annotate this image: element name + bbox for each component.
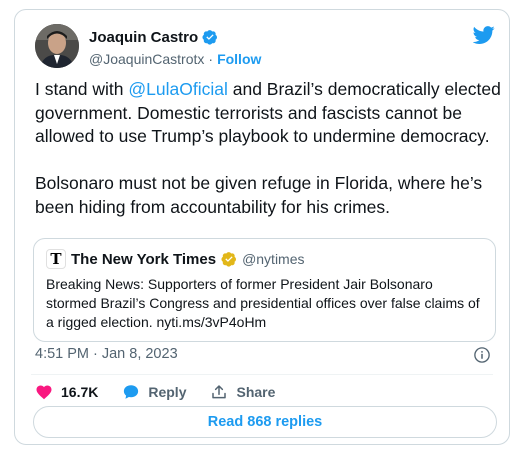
- tweet-paragraph-1: I stand with @LulaOficial and Brazil’s d…: [35, 78, 505, 149]
- divider: [31, 374, 493, 375]
- mention-link[interactable]: @LulaOficial: [128, 79, 227, 99]
- nyt-logo-letter: T: [50, 250, 62, 268]
- info-icon[interactable]: [473, 346, 491, 364]
- author-handle[interactable]: @JoaquinCastrotx: [89, 51, 204, 67]
- tweet-text: I stand with @LulaOficial and Brazil’s d…: [35, 78, 505, 219]
- timestamp-separator: ·: [93, 346, 98, 362]
- verified-badge-icon: [202, 30, 218, 45]
- like-count: 16.7K: [61, 384, 99, 400]
- avatar[interactable]: [35, 24, 79, 68]
- nyt-logo-icon: T: [46, 249, 66, 269]
- follow-button[interactable]: Follow: [217, 51, 261, 67]
- author-info: Joaquin Castro @JoaquinCastrotx · Follow: [89, 27, 261, 69]
- avatar-photo: [35, 24, 79, 68]
- tweet-time: 4:51 PM: [35, 346, 89, 362]
- quoted-tweet[interactable]: T The New York Times @nytimes Breaking N…: [33, 238, 496, 342]
- action-bar: 16.7K Reply Share: [35, 381, 299, 403]
- share-icon: [212, 385, 227, 399]
- gold-verified-badge-icon: [221, 252, 237, 267]
- tweet-card: Joaquin Castro @JoaquinCastrotx · Follow…: [14, 9, 510, 445]
- reply-button[interactable]: Reply: [122, 383, 186, 401]
- handle-separator: ·: [208, 51, 214, 67]
- read-replies-label: Read 868 replies: [207, 414, 323, 430]
- share-label: Share: [236, 384, 276, 400]
- twitter-bird-icon[interactable]: [473, 24, 495, 46]
- share-button[interactable]: Share: [210, 383, 275, 401]
- tweet-date: Jan 8, 2023: [101, 346, 178, 362]
- quoted-author-name: The New York Times: [71, 250, 217, 268]
- tweet-text-segment: I stand with: [35, 79, 129, 99]
- like-button[interactable]: 16.7K: [35, 383, 98, 401]
- reply-label: Reply: [148, 384, 187, 400]
- tweet-timestamp[interactable]: 4:51 PM · Jan 8, 2023: [35, 346, 178, 362]
- quoted-author-handle: @nytimes: [242, 251, 305, 267]
- quoted-tweet-text: Breaking News: Supporters of former Pres…: [46, 276, 480, 330]
- author-name[interactable]: Joaquin Castro: [89, 29, 198, 46]
- read-replies-button[interactable]: Read 868 replies: [33, 406, 497, 438]
- tweet-paragraph-2: Bolsonaro must not be given refuge in Fl…: [35, 173, 483, 217]
- heart-icon: [36, 385, 52, 400]
- reply-bubble-icon: [124, 385, 139, 399]
